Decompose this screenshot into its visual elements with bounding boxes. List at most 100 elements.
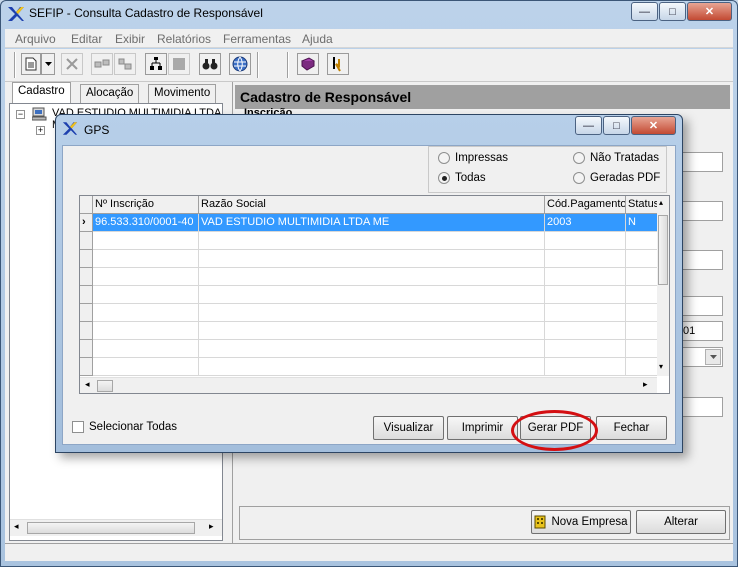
column-header-cod-pagamento[interactable]: Cód.Pagamento — [545, 196, 626, 214]
chevron-down-icon[interactable] — [705, 349, 721, 365]
panel-header: Cadastro de Responsável — [235, 85, 730, 109]
grid-cell-empty[interactable] — [93, 322, 199, 340]
grid-cell-empty[interactable] — [93, 340, 199, 358]
binoculars-icon[interactable] — [199, 53, 221, 75]
left-horizontal-scrollbar[interactable]: ◂ ▸ — [10, 519, 222, 536]
grid-cell-empty[interactable] — [545, 358, 626, 376]
scroll-right-arrow-icon[interactable]: ▸ — [209, 521, 214, 532]
grid-cell-empty[interactable] — [626, 286, 658, 304]
cursor-exit-icon[interactable] — [327, 53, 349, 75]
grid-cell-empty[interactable] — [545, 304, 626, 322]
grid-cell-empty[interactable] — [199, 340, 545, 358]
grid-cell-empty[interactable] — [199, 322, 545, 340]
scroll-thumb[interactable] — [97, 380, 113, 392]
selecionar-todas-checkbox[interactable]: Selecionar Todas — [72, 421, 177, 433]
grid-cell-empty[interactable] — [626, 232, 658, 250]
grid-cell-empty[interactable] — [93, 304, 199, 322]
globe-icon[interactable] — [229, 53, 251, 75]
new-document-icon[interactable] — [21, 53, 41, 75]
menu-arquivo[interactable]: Arquivo — [15, 32, 56, 46]
grid-cell-empty[interactable] — [93, 250, 199, 268]
row-header — [80, 286, 93, 304]
sefip-app-icon — [8, 7, 24, 21]
maximize-button[interactable]: □ — [659, 2, 686, 21]
scroll-up-arrow-icon[interactable]: ▴ — [659, 198, 663, 207]
grid-cell-empty[interactable] — [545, 268, 626, 286]
grid-cell-empty[interactable] — [199, 304, 545, 322]
book-icon[interactable] — [297, 53, 319, 75]
menu-relatorios[interactable]: Relatórios — [157, 32, 211, 46]
grid-cell-empty[interactable] — [199, 232, 545, 250]
menu-ferramentas[interactable]: Ferramentas — [223, 32, 291, 46]
cell-inscricao[interactable]: 96.533.310/0001-40 — [93, 214, 199, 232]
grid-cell-empty[interactable] — [626, 250, 658, 268]
import-icon — [91, 53, 113, 75]
menu-ajuda[interactable]: Ajuda — [302, 32, 333, 46]
imprimir-button[interactable]: Imprimir — [447, 416, 518, 440]
grid-cell-empty[interactable] — [545, 286, 626, 304]
cell-razao-social[interactable]: VAD ESTUDIO MULTIMIDIA LTDA ME — [199, 214, 545, 232]
scroll-down-arrow-icon[interactable]: ▾ — [659, 362, 663, 371]
highlight-ring-annotation — [511, 410, 598, 451]
grid-cell-empty[interactable] — [626, 304, 658, 322]
grid-cell-empty[interactable] — [626, 340, 658, 358]
menu-editar[interactable]: Editar — [71, 32, 102, 46]
grid-cell-empty[interactable] — [626, 268, 658, 286]
grid-cell-empty[interactable] — [199, 250, 545, 268]
nova-empresa-button[interactable]: Nova Empresa — [531, 510, 631, 534]
radio-nao-tratadas[interactable]: Não Tratadas — [573, 152, 659, 164]
scroll-thumb[interactable] — [658, 215, 668, 285]
status-bar — [5, 543, 733, 561]
cell-cod-pagamento[interactable]: 2003 — [545, 214, 626, 232]
grid-cell-empty[interactable] — [93, 358, 199, 376]
tab-movimento[interactable]: Movimento — [148, 84, 217, 103]
grid-vertical-scrollbar[interactable]: ▴ ▾ — [657, 196, 669, 376]
grid-horizontal-scrollbar[interactable]: ◂ ▸ — [80, 377, 657, 393]
grid-cell-empty[interactable] — [93, 286, 199, 304]
radio-todas[interactable]: Todas — [438, 172, 486, 184]
grid-cell-empty[interactable] — [545, 250, 626, 268]
grid-cell-empty[interactable] — [93, 232, 199, 250]
scroll-thumb[interactable] — [27, 522, 195, 534]
tab-alocacao[interactable]: Alocação — [80, 84, 140, 103]
dialog-close-button[interactable]: ✕ — [631, 116, 676, 135]
menu-exibir[interactable]: Exibir — [115, 32, 145, 46]
minimize-button[interactable]: — — [631, 2, 658, 21]
column-header-inscricao[interactable]: Nº Inscrição — [93, 196, 199, 214]
radio-impressas[interactable]: Impressas — [438, 152, 508, 164]
alterar-button[interactable]: Alterar — [636, 510, 726, 534]
tree-collapse-toggle[interactable]: − — [16, 110, 25, 119]
grid-cell-empty[interactable] — [626, 322, 658, 340]
grid-cell-empty[interactable] — [93, 268, 199, 286]
filter-group: Impressas Todas Não Tratadas Geradas PDF — [428, 146, 667, 193]
close-button[interactable]: ✕ — [687, 2, 732, 21]
row-header — [80, 268, 93, 286]
stop-icon — [168, 53, 190, 75]
scroll-left-arrow-icon[interactable]: ◂ — [85, 379, 90, 390]
cell-status[interactable]: N — [626, 214, 658, 232]
radio-geradas-pdf[interactable]: Geradas PDF — [573, 172, 660, 184]
fechar-button[interactable]: Fechar — [596, 416, 667, 440]
grid-cell-empty[interactable] — [545, 232, 626, 250]
grid-cell-empty[interactable] — [199, 268, 545, 286]
building-icon — [534, 515, 546, 529]
toolbar-separator — [257, 52, 259, 78]
tree-expand-toggle[interactable]: + — [36, 126, 45, 135]
grid-cell-empty[interactable] — [199, 286, 545, 304]
scroll-right-arrow-icon[interactable]: ▸ — [643, 379, 648, 390]
dialog-maximize-button[interactable]: □ — [603, 116, 630, 135]
scroll-left-arrow-icon[interactable]: ◂ — [14, 521, 19, 532]
tree-icon[interactable] — [145, 53, 167, 75]
grid-cell-empty[interactable] — [199, 358, 545, 376]
grid-cell-empty[interactable] — [545, 322, 626, 340]
column-header-razao-social[interactable]: Razão Social — [199, 196, 545, 214]
row-header — [80, 232, 93, 250]
visualizar-button[interactable]: Visualizar — [373, 416, 444, 440]
tab-cadastro[interactable]: Cadastro — [12, 82, 71, 103]
dropdown-arrow-icon[interactable] — [41, 53, 55, 75]
grid-cell-empty[interactable] — [626, 358, 658, 376]
dialog-minimize-button[interactable]: — — [575, 116, 602, 135]
grid-cell-empty[interactable] — [545, 340, 626, 358]
toolbar-separator — [14, 52, 16, 78]
column-header-status[interactable]: Status — [626, 196, 658, 214]
